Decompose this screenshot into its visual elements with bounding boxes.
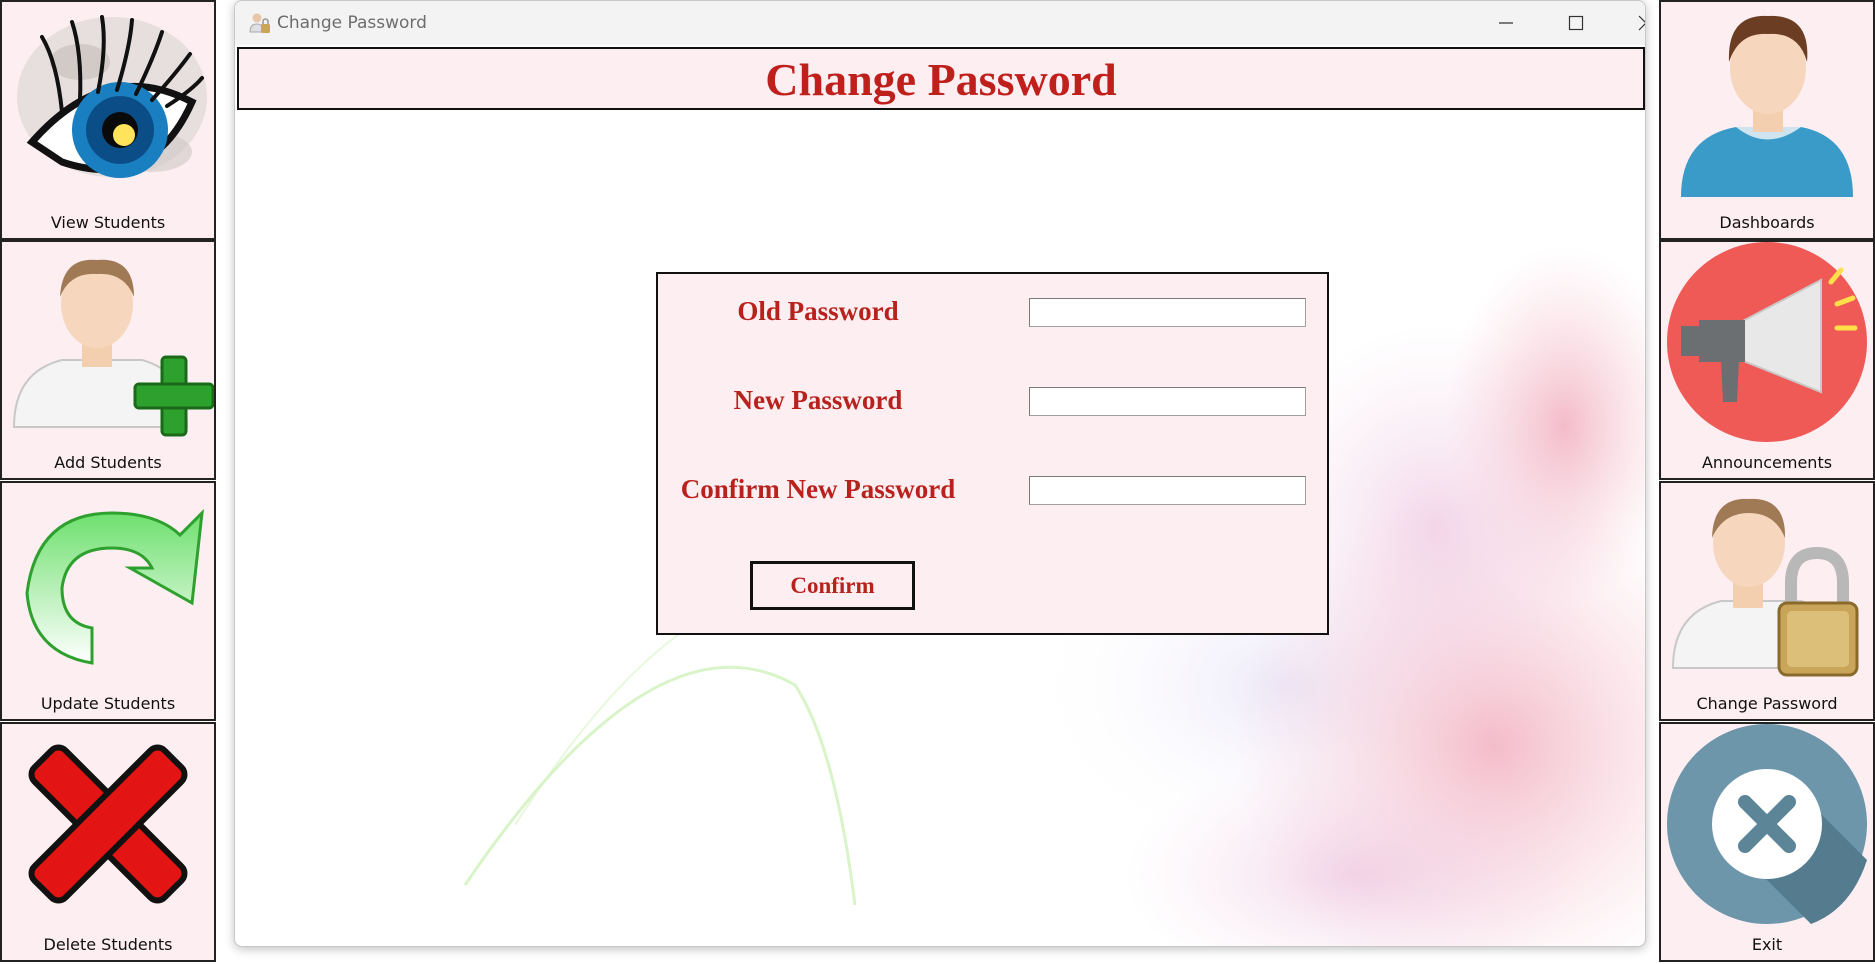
- add-user-icon: [12, 259, 214, 437]
- announcements-label: Announcements: [1701, 453, 1833, 472]
- red-x-icon: [28, 744, 188, 904]
- user-lock-icon: [1671, 498, 1859, 677]
- window-title: Change Password: [277, 13, 427, 33]
- update-students-label: Update Students: [40, 694, 176, 713]
- change-password-nav-label: Change Password: [1696, 694, 1838, 713]
- exit-circle-icon: [1667, 724, 1867, 924]
- megaphone-icon: [1667, 242, 1867, 442]
- confirm-new-password-input[interactable]: [1029, 476, 1306, 505]
- right-nav-panel: Dashboards Announcements Change Password…: [1659, 0, 1875, 964]
- dashboards-label: Dashboards: [1719, 213, 1815, 232]
- view-students-button[interactable]: View Students: [0, 0, 216, 240]
- close-icon: [1638, 15, 1645, 31]
- close-button[interactable]: [1611, 1, 1645, 45]
- view-students-label: View Students: [50, 213, 166, 232]
- refresh-arrow-icon: [25, 508, 204, 665]
- add-students-label: Add Students: [54, 453, 162, 472]
- old-password-input[interactable]: [1029, 298, 1306, 327]
- announcements-button[interactable]: Announcements: [1659, 240, 1875, 480]
- exit-label: Exit: [1751, 935, 1783, 954]
- confirm-button[interactable]: Confirm: [750, 561, 915, 610]
- user-lock-app-icon: [249, 13, 270, 33]
- change-password-window: Change Password Change Password Old Pass…: [234, 0, 1646, 947]
- confirm-new-password-label: Confirm New Password: [680, 474, 956, 504]
- page-title: Change Password: [765, 54, 1117, 105]
- left-nav-panel: View Students Add Students Update Studen…: [0, 0, 216, 964]
- add-students-button[interactable]: Add Students: [0, 240, 216, 480]
- minimize-button[interactable]: [1471, 1, 1541, 45]
- change-password-nav-button[interactable]: Change Password: [1659, 481, 1875, 721]
- delete-students-button[interactable]: Delete Students: [0, 722, 216, 962]
- exit-button[interactable]: Exit: [1659, 722, 1875, 962]
- window-client-area: Change Password Old Password New Passwor…: [235, 45, 1645, 946]
- change-password-form: Old Password New Password Confirm New Pa…: [656, 272, 1329, 635]
- dashboards-button[interactable]: Dashboards: [1659, 0, 1875, 240]
- new-password-input[interactable]: [1029, 387, 1306, 416]
- page-header-banner: Change Password: [237, 47, 1645, 110]
- user-avatar-icon: [1681, 15, 1853, 197]
- delete-students-label: Delete Students: [43, 935, 173, 954]
- maximize-button[interactable]: [1541, 1, 1611, 45]
- new-password-label: New Password: [733, 385, 903, 415]
- maximize-icon: [1568, 15, 1584, 31]
- update-students-button[interactable]: Update Students: [0, 481, 216, 721]
- eye-icon: [17, 15, 207, 178]
- old-password-label: Old Password: [737, 296, 899, 326]
- title-bar: Change Password: [235, 1, 1645, 45]
- minimize-icon: [1499, 22, 1513, 24]
